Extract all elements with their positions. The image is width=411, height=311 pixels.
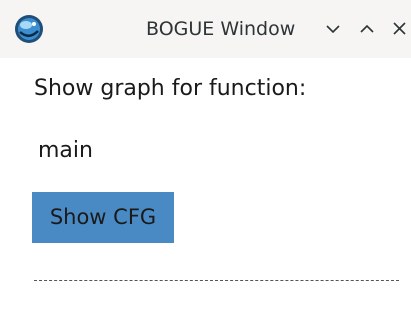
chevron-up-icon: [356, 18, 378, 40]
show-cfg-button[interactable]: Show CFG: [32, 192, 174, 243]
function-name-text: main: [38, 138, 93, 163]
function-prompt-label: Show graph for function:: [34, 76, 307, 101]
minimize-button[interactable]: [322, 18, 344, 40]
title-bar[interactable]: BOGUE Window: [0, 0, 411, 58]
close-button[interactable]: [389, 18, 411, 40]
close-icon: [389, 18, 411, 40]
bogue-window: BOGUE Window Show graph for function: ma…: [0, 0, 411, 311]
maximize-button[interactable]: [356, 18, 378, 40]
window-title: BOGUE Window: [146, 18, 296, 40]
separator-line: [34, 280, 399, 281]
bogue-logo-icon: [14, 14, 44, 44]
chevron-down-icon: [322, 18, 344, 40]
